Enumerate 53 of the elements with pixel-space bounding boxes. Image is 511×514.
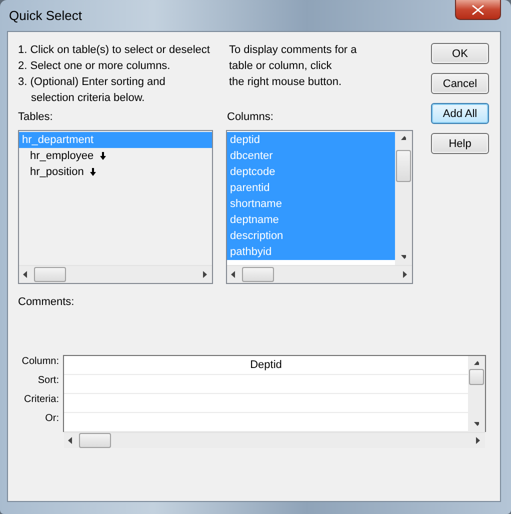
instruction-text: 3. (Optional) Enter sorting and	[18, 75, 166, 90]
grid-row-label: Or:	[45, 412, 59, 426]
scroll-thumb[interactable]	[79, 433, 111, 448]
table-list-item[interactable]: hr_employee	[19, 148, 212, 164]
column-list-item[interactable]: description	[226, 228, 395, 244]
table-list-item[interactable]: hr_department	[19, 132, 212, 148]
horizontal-scrollbar[interactable]	[19, 265, 212, 283]
column-list-item[interactable]: parentid	[226, 180, 395, 196]
hint-text: To display comments for a	[229, 43, 357, 58]
columns-label: Columns:	[227, 111, 274, 125]
scroll-left-icon[interactable]	[230, 271, 236, 278]
column-list-item[interactable]: deptcode	[226, 164, 395, 180]
dialog-button[interactable]: OK	[431, 43, 489, 64]
scroll-down-icon[interactable]	[474, 421, 479, 428]
vertical-scrollbar[interactable]	[395, 131, 412, 265]
dialog-button[interactable]: Add All	[431, 103, 489, 124]
scroll-up-icon[interactable]	[474, 360, 479, 367]
scroll-thumb[interactable]	[396, 150, 411, 182]
tables-label: Tables:	[18, 111, 53, 123]
horizontal-scrollbar[interactable]	[64, 432, 485, 448]
column-list-item[interactable]: dbcenter	[226, 148, 395, 164]
column-list-item[interactable]: shortname	[226, 196, 395, 212]
column-list-item[interactable]: pathbyid	[226, 244, 395, 260]
scroll-right-icon[interactable]	[476, 437, 481, 444]
scroll-thumb[interactable]	[34, 267, 66, 282]
grid-row-label: Sort:	[38, 374, 59, 388]
dialog-button[interactable]: Cancel	[431, 73, 489, 94]
instruction-text: 1. Click on table(s) to select or deselect	[18, 43, 211, 58]
vertical-scrollbar[interactable]	[468, 356, 485, 432]
column-list-item[interactable]: deptid	[226, 132, 395, 148]
scroll-right-icon[interactable]	[403, 271, 408, 278]
horizontal-scrollbar[interactable]	[226, 265, 412, 283]
window-title: Quick Select	[8, 8, 82, 23]
grid-row-label: Criteria:	[24, 393, 59, 407]
scroll-thumb[interactable]	[469, 369, 484, 385]
scroll-left-icon[interactable]	[23, 271, 28, 278]
column-list-item[interactable]: deptname	[226, 212, 395, 228]
close-icon	[472, 4, 484, 14]
scroll-right-icon[interactable]	[202, 271, 208, 278]
hint-text: the right mouse button.	[229, 75, 343, 90]
close-button[interactable]	[455, 0, 501, 20]
instruction-text: selection criteria below.	[30, 91, 146, 106]
grid-row-label: Column:	[22, 355, 59, 369]
scroll-thumb[interactable]	[242, 267, 274, 282]
instruction-text: 2. Select one or more columns.	[18, 59, 172, 74]
scroll-up-icon[interactable]	[401, 135, 406, 142]
scroll-left-icon[interactable]	[68, 437, 73, 444]
table-list-item[interactable]: hr_position	[19, 164, 212, 180]
comments-label: Comments:	[18, 296, 74, 308]
dialog-button[interactable]: Help	[431, 133, 489, 154]
hint-text: table or column, click	[229, 59, 333, 74]
column-name-cell[interactable]: Deptid	[64, 356, 468, 374]
scroll-down-icon[interactable]	[401, 254, 406, 261]
